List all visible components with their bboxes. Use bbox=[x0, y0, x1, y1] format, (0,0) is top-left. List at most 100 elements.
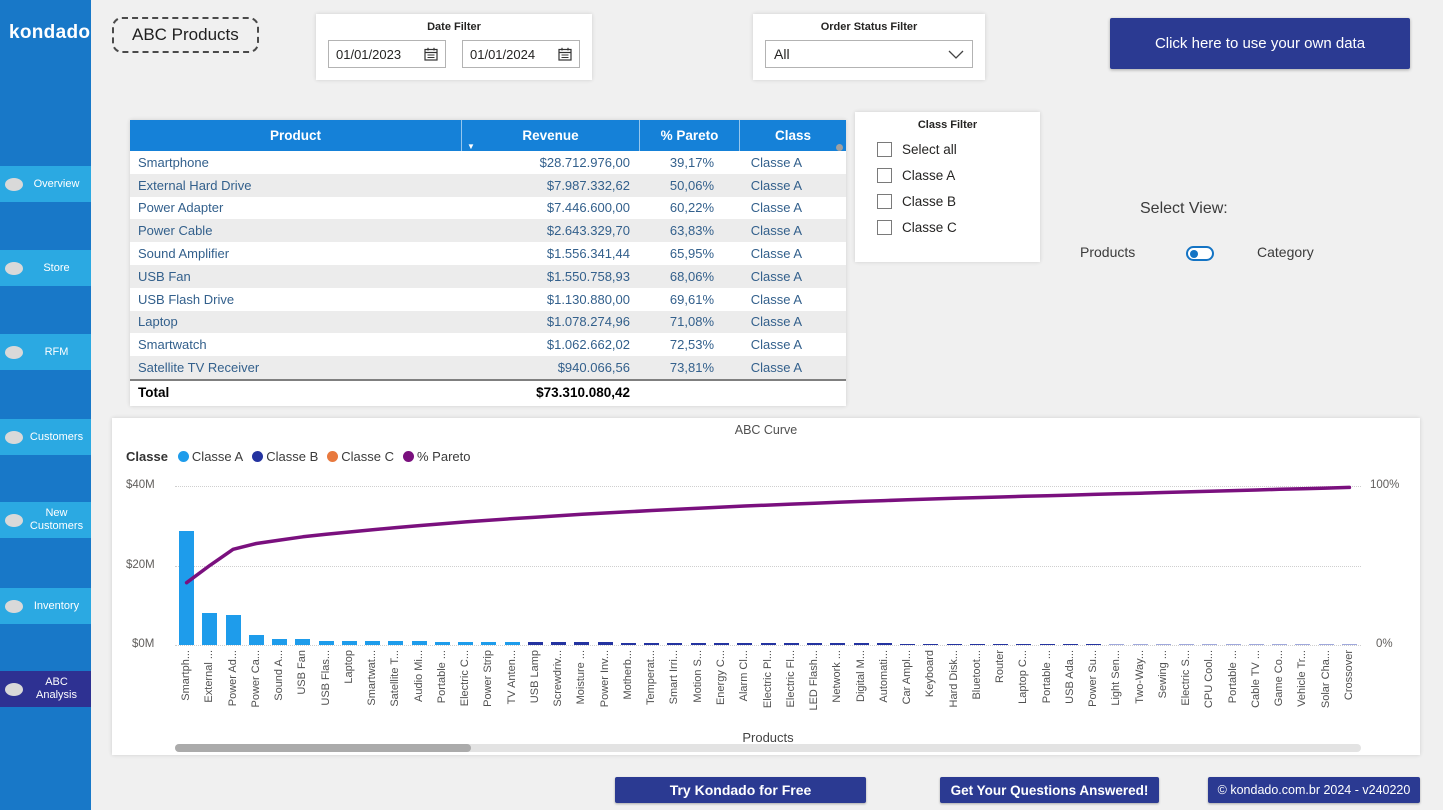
bar[interactable] bbox=[830, 643, 846, 645]
sidebar-item-customers[interactable]: Customers bbox=[0, 419, 91, 455]
table-row[interactable]: Power Cable $2.643.329,70 63,83% Classe A bbox=[130, 219, 846, 243]
bar[interactable] bbox=[1155, 643, 1171, 645]
bar[interactable] bbox=[272, 638, 288, 645]
bar[interactable] bbox=[690, 642, 706, 645]
bar[interactable] bbox=[807, 643, 822, 645]
view-option-category[interactable]: Category bbox=[1257, 244, 1314, 260]
column-header-revenue[interactable]: Revenue ▼ bbox=[462, 120, 640, 151]
legend-item-classe-a[interactable]: Classe A bbox=[177, 449, 243, 464]
sidebar-item-new-customers[interactable]: New Customers bbox=[0, 502, 91, 538]
bar[interactable] bbox=[1062, 643, 1078, 645]
bar[interactable] bbox=[341, 640, 357, 645]
start-date-input[interactable]: 01/01/2023 bbox=[328, 40, 446, 68]
column-header-pareto[interactable]: % Pareto bbox=[640, 120, 740, 151]
table-row[interactable]: Satellite TV Receiver $940.066,56 73,81% Cl… bbox=[130, 356, 846, 379]
sidebar-item-abc-analysis[interactable]: ABC Analysis bbox=[0, 671, 91, 707]
bar[interactable] bbox=[1295, 644, 1311, 645]
bar[interactable] bbox=[365, 640, 381, 645]
bar[interactable] bbox=[458, 641, 474, 645]
bar[interactable] bbox=[1272, 644, 1288, 645]
table-row[interactable]: Sound Amplifier $1.556.341,44 65,95% Classe… bbox=[130, 242, 846, 265]
table-row[interactable]: External Hard Drive $7.987.332,62 50,06% Cl… bbox=[130, 173, 846, 197]
bar[interactable] bbox=[225, 615, 241, 645]
bar[interactable] bbox=[667, 642, 683, 645]
column-header-class[interactable]: Class bbox=[740, 120, 846, 151]
bar[interactable] bbox=[504, 641, 520, 645]
legend-item--pareto[interactable]: % Pareto bbox=[403, 449, 471, 464]
sidebar-item-store[interactable]: Store bbox=[0, 250, 91, 286]
class-filter-option-classe-a[interactable]: Classe A bbox=[877, 168, 1040, 183]
view-toggle[interactable] bbox=[1186, 246, 1214, 261]
column-header-product[interactable]: Product bbox=[130, 120, 462, 151]
bar[interactable] bbox=[481, 641, 497, 645]
bar[interactable] bbox=[1318, 644, 1334, 645]
checkbox[interactable] bbox=[877, 168, 892, 183]
table-row[interactable]: Laptop $1.078.274,96 71,08% Classe A bbox=[130, 310, 846, 334]
legend-item-classe-b[interactable]: Classe B bbox=[252, 449, 318, 464]
sidebar-item-inventory[interactable]: Inventory bbox=[0, 588, 91, 624]
table-vertical-scrollbar[interactable] bbox=[836, 144, 843, 151]
bar[interactable] bbox=[1225, 644, 1241, 645]
questions-button[interactable]: Get Your Questions Answered! bbox=[940, 777, 1159, 803]
bar[interactable] bbox=[597, 642, 613, 645]
bar[interactable] bbox=[1248, 644, 1264, 645]
bar[interactable] bbox=[434, 641, 450, 645]
sort-descending-icon[interactable]: ▼ bbox=[467, 142, 475, 151]
class-filter-option-classe-b[interactable]: Classe B bbox=[877, 194, 1040, 209]
bar[interactable] bbox=[737, 643, 753, 645]
bar[interactable] bbox=[853, 643, 869, 645]
bar[interactable] bbox=[876, 643, 892, 645]
view-option-products[interactable]: Products bbox=[1080, 244, 1135, 260]
use-own-data-button[interactable]: Click here to use your own data bbox=[1110, 18, 1410, 69]
bar[interactable] bbox=[1086, 643, 1102, 645]
bar[interactable] bbox=[179, 530, 195, 645]
bar[interactable] bbox=[900, 643, 916, 645]
bar[interactable] bbox=[783, 643, 799, 645]
class-filter-option-classe-c[interactable]: Classe C bbox=[877, 220, 1040, 235]
end-date-input[interactable]: 01/01/2024 bbox=[462, 40, 580, 68]
checkbox[interactable] bbox=[877, 194, 892, 209]
bar[interactable] bbox=[295, 638, 311, 645]
bar[interactable] bbox=[1109, 643, 1125, 645]
bar[interactable] bbox=[946, 643, 962, 645]
table-row[interactable]: USB Fan $1.550.758,93 68,06% Classe A bbox=[130, 264, 846, 288]
bar[interactable] bbox=[969, 643, 985, 645]
bar[interactable] bbox=[1039, 643, 1055, 645]
revenue-cell: $1.062.662,02 bbox=[546, 337, 630, 353]
bar[interactable] bbox=[551, 642, 567, 645]
table-row[interactable]: Power Adapter $7.446.600,00 60,22% Classe A bbox=[130, 197, 846, 220]
bar[interactable] bbox=[760, 643, 776, 645]
sidebar-item-rfm[interactable]: RFM bbox=[0, 334, 91, 370]
order-status-dropdown[interactable]: All bbox=[765, 40, 973, 68]
bar[interactable] bbox=[1179, 644, 1195, 645]
bar[interactable] bbox=[1016, 643, 1032, 645]
bar[interactable] bbox=[202, 613, 218, 645]
legend-item-classe-c[interactable]: Classe C bbox=[327, 449, 394, 464]
bar[interactable] bbox=[411, 641, 427, 645]
bar[interactable] bbox=[713, 642, 729, 645]
bar[interactable] bbox=[318, 640, 334, 645]
bar[interactable] bbox=[993, 643, 1009, 645]
bar[interactable] bbox=[620, 642, 636, 645]
bar[interactable] bbox=[1341, 644, 1357, 645]
bar[interactable] bbox=[527, 642, 543, 645]
try-free-button[interactable]: Try Kondado for Free bbox=[615, 777, 866, 803]
chart-horizontal-scrollbar[interactable] bbox=[175, 744, 1361, 752]
bar[interactable] bbox=[923, 643, 939, 645]
bar[interactable] bbox=[574, 642, 590, 645]
table-row[interactable]: USB Flash Drive $1.130.880,00 69,61% Classe… bbox=[130, 288, 846, 311]
checkbox[interactable] bbox=[877, 142, 892, 157]
chart-scrollbar-thumb[interactable] bbox=[175, 744, 471, 752]
sidebar-item-overview[interactable]: Overview bbox=[0, 166, 91, 202]
bar[interactable] bbox=[388, 641, 404, 645]
x-axis-label: Light Sen... bbox=[1110, 650, 1123, 706]
copyright-button[interactable]: © kondado.com.br 2024 - v240220 bbox=[1208, 777, 1420, 803]
bar[interactable] bbox=[1132, 643, 1148, 645]
table-row[interactable]: Smartphone $28.712.976,00 39,17% Classe A bbox=[130, 151, 846, 174]
bar[interactable] bbox=[248, 634, 264, 645]
table-row[interactable]: Smartwatch $1.062.662,02 72,53% Classe A bbox=[130, 333, 846, 356]
class-filter-option-select-all[interactable]: Select all bbox=[877, 142, 1040, 157]
checkbox[interactable] bbox=[877, 220, 892, 235]
bar[interactable] bbox=[644, 642, 660, 645]
bar[interactable] bbox=[1202, 644, 1218, 645]
